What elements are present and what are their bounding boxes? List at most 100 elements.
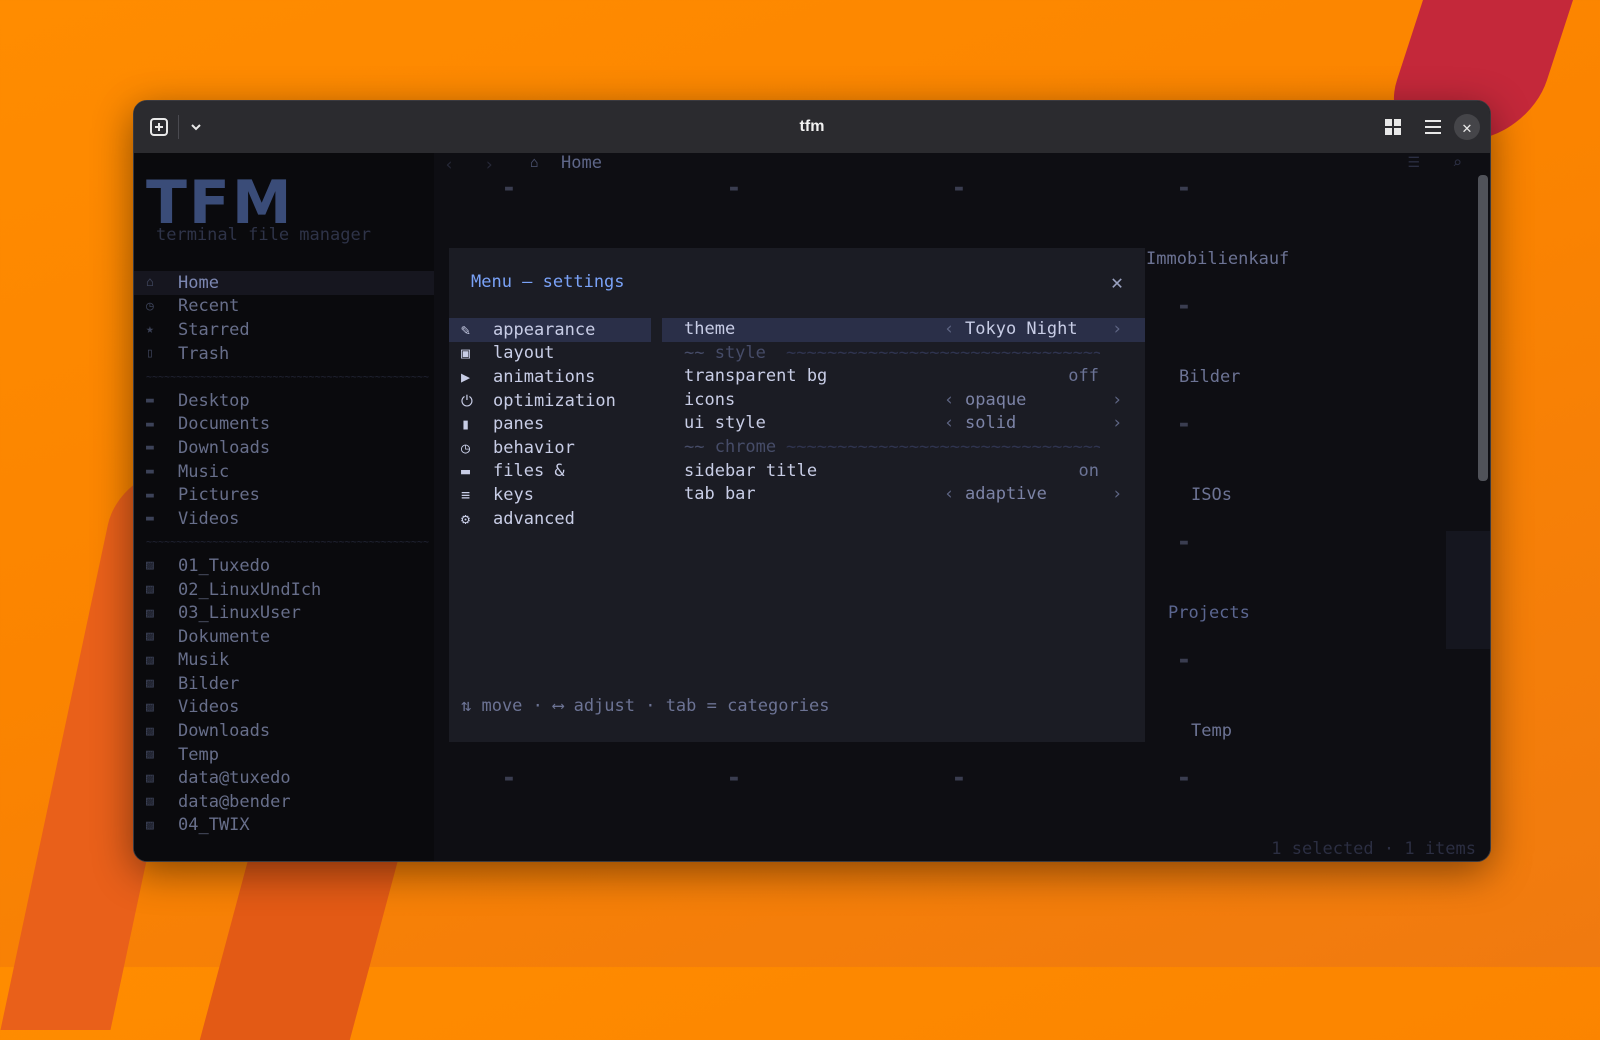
view-toggle-button[interactable]	[1380, 113, 1406, 141]
folder-icon[interactable]: ▬	[1180, 417, 1188, 432]
sidebar-item-pictures[interactable]: ▬ Pictures	[134, 483, 434, 507]
chevron-right-icon[interactable]: ›	[1112, 390, 1122, 410]
sidebar-item-downloads[interactable]: ▬ Downloads	[134, 436, 434, 460]
new-tab-icon	[150, 118, 168, 136]
bookmark-icon: ▨	[146, 747, 154, 763]
folder-icon: ▬	[146, 440, 154, 456]
chevron-left-icon[interactable]: ‹	[944, 390, 954, 410]
category-appearance[interactable]: ✎ appearance	[449, 318, 651, 342]
clock-icon: ◷	[461, 438, 471, 457]
home-icon: ⌂	[146, 275, 154, 291]
folder-icon[interactable]: ▬	[955, 771, 963, 786]
category-files[interactable]: ▬ files &	[449, 460, 651, 484]
setting-value: opaque	[965, 389, 1027, 410]
star-icon: ★	[146, 322, 154, 338]
file-item-label[interactable]: Immobilienkauf	[1146, 249, 1289, 269]
section-header-style: ~~ style ~~~~~~~~~~~~~~~~~~~~~~~~~~~~~~~…	[662, 342, 1145, 366]
sidebar-item-videos[interactable]: ▬ Videos	[134, 507, 434, 531]
folder-icon[interactable]: ▬	[1180, 299, 1188, 314]
setting-sidebar-title[interactable]: sidebar title on	[662, 460, 1145, 484]
close-window-button[interactable]: ✕	[1454, 114, 1480, 140]
breadcrumb[interactable]: Home	[561, 153, 602, 173]
folder-icon[interactable]: ▬	[505, 771, 513, 786]
modal-close-button[interactable]: ✕	[1111, 270, 1123, 294]
folder-icon[interactable]: ▬	[1180, 771, 1188, 786]
setting-tab-bar[interactable]: tab bar ‹ adaptive ›	[662, 483, 1145, 507]
category-advanced[interactable]: ⚙ advanced	[449, 507, 651, 531]
file-item-label[interactable]: Bilder	[1179, 367, 1240, 387]
scrollbar[interactable]	[1478, 175, 1488, 481]
folder-icon[interactable]: ▬	[955, 181, 963, 196]
sidebar-item-music[interactable]: ▬ Music	[134, 460, 434, 484]
chevron-right-icon[interactable]: ›	[1112, 413, 1122, 433]
category-panes[interactable]: ▮ panes	[449, 412, 651, 436]
bookmark-item[interactable]: ▨ 02_LinuxUndIch	[134, 578, 434, 602]
bookmark-item[interactable]: ▨ Temp	[134, 743, 434, 767]
bookmark-item[interactable]: ▨ 03_LinuxUser	[134, 601, 434, 625]
bookmark-item[interactable]: ▨ Bilder	[134, 672, 434, 696]
layout-icon: ▣	[461, 344, 471, 363]
bookmark-icon: ▨	[146, 770, 154, 786]
category-animations[interactable]: ▶ animations	[449, 365, 651, 389]
setting-label: icons	[684, 389, 736, 410]
file-item-label[interactable]: Temp	[1191, 721, 1232, 741]
sidebar-item-trash[interactable]: ▯ Trash	[134, 342, 434, 366]
file-item-label[interactable]: ISOs	[1191, 485, 1232, 505]
category-layout[interactable]: ▣ layout	[449, 342, 651, 366]
setting-toggle-value[interactable]: on	[1079, 461, 1099, 481]
bookmark-item[interactable]: ▨ data@tuxedo	[134, 766, 434, 790]
search-icon[interactable]: ⌕	[1452, 153, 1462, 172]
folder-icon[interactable]: ▬	[505, 181, 513, 196]
sidebar-item-documents[interactable]: ▬ Documents	[134, 413, 434, 437]
category-optimization[interactable]: ⏻ optimization	[449, 389, 651, 413]
setting-icons[interactable]: icons ‹ opaque ›	[662, 389, 1145, 413]
grid-view-icon	[1385, 119, 1401, 135]
chevron-right-icon[interactable]: ›	[1112, 484, 1122, 504]
setting-transparent-bg[interactable]: transparent bg off	[662, 365, 1145, 389]
bookmark-item[interactable]: ▨ 04_TWIX	[134, 814, 434, 838]
bookmark-icon: ▨	[146, 817, 154, 833]
sidebar-divider: ~~~~~~~~~~~~~~~~~~~~~~~~~~~~~~~~~~~~~~~~…	[146, 371, 429, 383]
bookmark-item[interactable]: ▨ Downloads	[134, 719, 434, 743]
folder-icon[interactable]: ▬	[730, 181, 738, 196]
bookmark-item[interactable]: ▨ Videos	[134, 696, 434, 720]
tab-dropdown-button[interactable]	[184, 113, 208, 141]
folder-icon[interactable]: ▬	[730, 771, 738, 786]
sidebar-item-recent[interactable]: ◷ Recent	[134, 295, 434, 319]
setting-ui-style[interactable]: ui style ‹ solid ›	[662, 412, 1145, 436]
folder-icon: ▬	[146, 416, 154, 432]
category-behavior[interactable]: ◷ behavior	[449, 436, 651, 460]
main-menu-button[interactable]	[1420, 113, 1446, 141]
setting-label: transparent bg	[684, 366, 828, 387]
folder-icon[interactable]: ▬	[1180, 653, 1188, 668]
setting-toggle-value[interactable]: off	[1068, 366, 1099, 386]
folder-icon[interactable]: ▬	[1180, 181, 1188, 196]
bookmark-item[interactable]: ▨ data@bender	[134, 790, 434, 814]
bookmark-item[interactable]: ▨ Dokumente	[134, 625, 434, 649]
sidebar-list: ⌂ Home ◷ Recent ★ Starred ▯ Trash ~~~~~~~~~~…	[134, 271, 434, 837]
forward-arrow-icon[interactable]: ›	[484, 155, 494, 175]
trash-icon: ▯	[146, 346, 154, 362]
modal-title: Menu — settings	[471, 272, 625, 292]
setting-label: theme	[684, 319, 736, 339]
category-keys[interactable]: ≡ keys	[449, 483, 651, 507]
folder-icon: ▬	[146, 511, 154, 527]
bookmark-item[interactable]: ▨ 01_Tuxedo	[134, 554, 434, 578]
power-icon: ⏻	[461, 391, 473, 410]
file-item-label[interactable]: Projects	[1168, 603, 1250, 623]
sidebar-item-home[interactable]: ⌂ Home	[134, 271, 434, 295]
chevron-left-icon[interactable]: ‹	[944, 484, 954, 504]
bookmark-item[interactable]: ▨ Musik	[134, 649, 434, 673]
back-arrow-icon[interactable]: ‹	[444, 155, 454, 175]
sidebar-item-desktop[interactable]: ▬ Desktop	[134, 389, 434, 413]
chevron-left-icon[interactable]: ‹	[944, 319, 954, 339]
folder-icon: ▬	[146, 464, 154, 480]
folder-icon[interactable]: ▬	[1180, 535, 1188, 550]
new-tab-button[interactable]	[146, 113, 172, 141]
setting-theme[interactable]: theme ‹ Tokyo Night ›	[662, 318, 1145, 342]
bookmark-icon: ▨	[146, 652, 154, 668]
chevron-right-icon[interactable]: ›	[1112, 319, 1122, 339]
sidebar-item-starred[interactable]: ★ Starred	[134, 318, 434, 342]
chevron-left-icon[interactable]: ‹	[944, 413, 954, 433]
sort-icon[interactable]: ☰	[1407, 155, 1420, 171]
